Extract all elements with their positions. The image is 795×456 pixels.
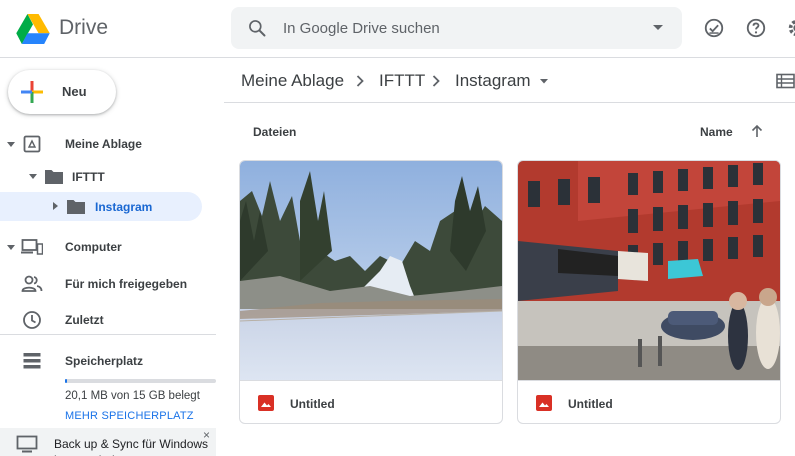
sidebar-item-shared-with-me[interactable]: Für mich freigegeben (0, 269, 216, 299)
sidebar-divider (0, 334, 216, 335)
search-icon[interactable] (247, 18, 267, 38)
file-name: Untitled (568, 397, 613, 411)
storage-usage-text: 20,1 MB von 15 GB belegt (65, 390, 200, 402)
sidebar-label-recent: Zuletzt (65, 313, 104, 327)
search-options-dropdown-icon[interactable] (651, 20, 665, 34)
computer-icon (21, 239, 43, 255)
sidebar-label-computers: Computer (65, 240, 122, 254)
clock-icon (23, 311, 41, 329)
computer-download-icon (16, 435, 38, 453)
help-icon[interactable] (745, 17, 767, 39)
sidebar-label-storage: Speicherplatz (65, 354, 144, 368)
breadcrumb-my-drive[interactable]: Meine Ablage (241, 71, 344, 91)
drive-logo-icon[interactable] (16, 14, 50, 44)
sort-by-name[interactable]: Name (700, 125, 733, 139)
sidebar-label-instagram: Instagram (95, 200, 153, 214)
files-section-title: Dateien (253, 125, 297, 139)
new-button[interactable]: Neu (8, 70, 116, 114)
search-bar[interactable] (231, 7, 682, 49)
file-thumbnail[interactable] (240, 161, 502, 380)
expand-arrow-icon[interactable] (7, 142, 15, 147)
sidebar-item-computers[interactable]: Computer (0, 232, 216, 262)
sidebar-item-ifttt[interactable]: IFTTT (0, 162, 216, 192)
people-icon (21, 275, 43, 292)
breadcrumb-ifttt[interactable]: IFTTT (379, 71, 425, 91)
expand-arrow-icon[interactable] (29, 174, 37, 179)
expand-arrow-icon[interactable] (7, 245, 15, 250)
breadcrumb-instagram[interactable]: Instagram (455, 71, 531, 91)
sidebar-item-instagram[interactable]: Instagram (0, 192, 202, 222)
plus-icon (21, 81, 43, 103)
sidebar-item-storage[interactable]: Speicherplatz (0, 346, 216, 376)
file-thumbnail[interactable] (518, 161, 780, 380)
winter-forest-photo (240, 161, 502, 380)
storage-usage-fill (65, 379, 68, 383)
storage-usage-bar (65, 379, 216, 383)
storage-icon (23, 353, 41, 369)
content-divider (224, 102, 795, 103)
sidebar-item-my-drive[interactable]: Meine Ablage (0, 129, 216, 159)
image-file-icon (536, 395, 552, 411)
list-view-icon[interactable] (776, 73, 795, 89)
settings-icon[interactable] (786, 17, 795, 39)
backup-sync-banner[interactable]: Back up & Sync für Windows herunterladen… (0, 428, 216, 456)
offline-check-icon[interactable] (703, 17, 725, 39)
app-name[interactable]: Drive (59, 16, 108, 40)
banner-text[interactable]: Back up & Sync für Windows herunterladen (54, 436, 214, 456)
sidebar-item-recent[interactable]: Zuletzt (0, 305, 216, 335)
folder-icon (67, 200, 85, 214)
buy-storage-link[interactable]: MEHR SPEICHERPLATZ (65, 410, 194, 422)
file-name: Untitled (290, 397, 335, 411)
chevron-right-icon (356, 75, 364, 87)
my-drive-icon (23, 135, 41, 153)
close-icon[interactable]: × (203, 428, 210, 442)
chevron-down-icon[interactable] (537, 73, 551, 89)
file-card[interactable]: Untitled (239, 160, 503, 424)
sort-ascending-arrow-icon[interactable] (750, 123, 764, 139)
chevron-right-icon (432, 75, 440, 87)
sidebar-label-my-drive: Meine Ablage (65, 137, 142, 151)
search-input[interactable] (283, 18, 623, 38)
collapse-arrow-icon[interactable] (53, 202, 58, 210)
sidebar-label-ifttt: IFTTT (72, 170, 105, 184)
file-card[interactable]: Untitled (517, 160, 781, 424)
new-button-label: Neu (62, 84, 87, 99)
city-street-photo (518, 161, 780, 380)
sidebar-label-shared-with-me: Für mich freigegeben (65, 277, 188, 291)
folder-icon (45, 170, 63, 184)
file-card-footer[interactable]: Untitled (518, 380, 780, 423)
image-file-icon (258, 395, 274, 411)
file-card-footer[interactable]: Untitled (240, 380, 502, 423)
top-header: Drive (0, 0, 795, 58)
